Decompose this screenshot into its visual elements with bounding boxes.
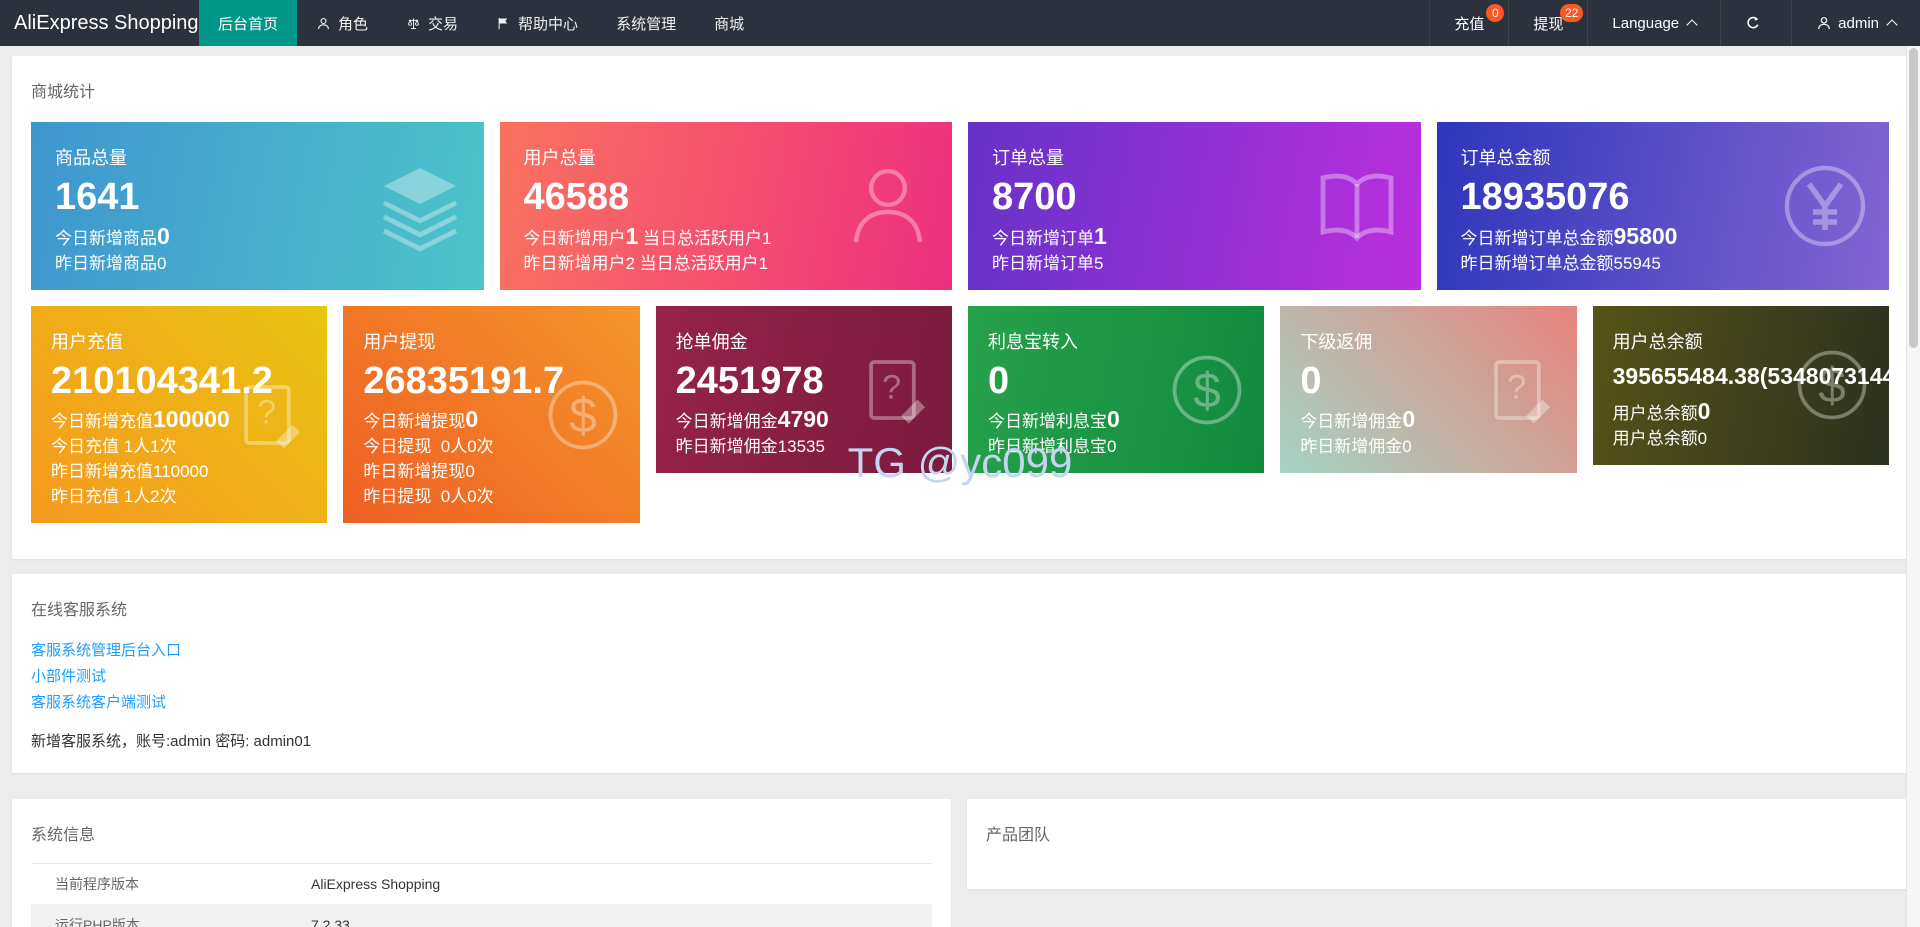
- withdraw-label: 提现: [1533, 13, 1563, 34]
- service-note: 新增客服系统，账号:admin 密码: admin01: [31, 730, 1889, 751]
- file-question-icon: ?: [1479, 349, 1561, 431]
- stat-card-line: 昨日新增商品0: [55, 251, 460, 276]
- layers-icon: [372, 158, 468, 254]
- nav-item-roles[interactable]: 角色: [297, 0, 387, 46]
- svg-text:?: ?: [1507, 368, 1526, 406]
- service-link[interactable]: 客服系统客户端测试: [31, 690, 166, 716]
- language-label: Language: [1612, 15, 1679, 32]
- mall-statistics-title: 商城统计: [31, 78, 1889, 102]
- withdraw-badge: 22: [1560, 4, 1583, 22]
- stat-card: 下级返佣0今日新增佣金0昨日新增佣金0?: [1280, 306, 1576, 474]
- svg-text:?: ?: [882, 368, 901, 406]
- admin-dropdown[interactable]: admin: [1791, 0, 1920, 46]
- stat-card: 抢单佣金2451978今日新增佣金4790昨日新增佣金13535?: [656, 306, 952, 474]
- scales-icon: [406, 16, 421, 31]
- service-link[interactable]: 小部件测试: [31, 664, 106, 690]
- dollar-icon: $: [1166, 349, 1248, 431]
- nav-item-label: 帮助中心: [518, 13, 578, 34]
- stat-card: 订单总量8700今日新增订单1昨日新增订单5: [968, 122, 1421, 290]
- system-info-panel: 系统信息 当前程序版本AliExpress Shopping运行PHP版本7.2…: [12, 799, 951, 927]
- table-row-label: 运行PHP版本: [31, 905, 311, 927]
- stat-card-line: 昨日充值 1人2次: [51, 484, 307, 509]
- user-icon: [1816, 15, 1832, 31]
- refresh-icon: [1745, 15, 1761, 31]
- nav-item-trade[interactable]: 交易: [387, 0, 477, 46]
- table-row: 当前程序版本AliExpress Shopping: [31, 864, 932, 905]
- service-links: 客服系统管理后台入口小部件测试客服系统客户端测试: [31, 638, 1889, 716]
- file-question-icon: ?: [854, 349, 936, 431]
- product-team-title: 产品团队: [986, 821, 1889, 845]
- stat-row-1: 商品总量1641今日新增商品0昨日新增商品0用户总量46588今日新增用户1 当…: [31, 122, 1889, 290]
- table-row-value: 7.2.33: [311, 905, 932, 927]
- system-info-title: 系统信息: [31, 821, 932, 845]
- svg-text:?: ?: [257, 393, 276, 431]
- stat-card-line: 用户总余额0: [1613, 426, 1869, 451]
- stat-card: 订单总金额18935076今日新增订单总金额95800昨日新增订单总金额5594…: [1437, 122, 1890, 290]
- navbar: AliExpress Shopping... 后台首页 角色 交易 帮助中心 系统管理 商…: [0, 0, 1920, 46]
- stat-card: 用户提现26835191.7今日新增提现0今日提现 0人0次昨日新增提现0昨日提…: [343, 306, 639, 524]
- online-service-title: 在线客服系统: [31, 596, 1889, 620]
- nav-item-label: 后台首页: [218, 13, 278, 34]
- stat-card-title: 用户提现: [363, 328, 619, 354]
- chevron-up-icon: [1686, 19, 1697, 30]
- recharge-nav-item[interactable]: 充值 0: [1429, 0, 1508, 46]
- scrollbar[interactable]: [1906, 46, 1920, 927]
- recharge-badge: 0: [1486, 4, 1504, 22]
- online-service-panel: 在线客服系统 客服系统管理后台入口小部件测试客服系统客户端测试 新增客服系统，账…: [12, 574, 1908, 773]
- product-team-panel: 产品团队: [967, 799, 1908, 889]
- flag-icon: [496, 16, 511, 31]
- stat-row-2: 用户充值210104341.2今日新增充值100000今日充值 1人1次昨日新增…: [31, 306, 1889, 524]
- admin-label: admin: [1838, 15, 1879, 32]
- language-dropdown[interactable]: Language: [1587, 0, 1720, 46]
- withdraw-nav-item[interactable]: 提现 22: [1508, 0, 1587, 46]
- stat-card-line: 昨日新增订单5: [992, 251, 1397, 276]
- stat-card-line: 昨日新增用户2 当日总活跃用户1: [524, 251, 929, 276]
- nav-item-home[interactable]: 后台首页: [199, 0, 297, 46]
- mall-statistics-panel: 商城统计 商品总量1641今日新增商品0昨日新增商品0用户总量46588今日新增…: [12, 56, 1908, 559]
- person-icon: [840, 158, 936, 254]
- stat-card: 用户充值210104341.2今日新增充值100000今日充值 1人1次昨日新增…: [31, 306, 327, 524]
- stat-card-line: 昨日新增充值110000: [51, 459, 307, 484]
- stat-card-line: 昨日新增提现0: [363, 459, 619, 484]
- nav-item-label: 商城: [714, 13, 744, 34]
- stat-card: 商品总量1641今日新增商品0昨日新增商品0: [31, 122, 484, 290]
- book-icon: [1309, 158, 1405, 254]
- nav-menu: 后台首页 角色 交易 帮助中心 系统管理 商城: [199, 0, 763, 46]
- table-row-value: AliExpress Shopping: [311, 864, 932, 905]
- svg-text:$: $: [1194, 363, 1222, 418]
- file-question-icon: ?: [229, 374, 311, 456]
- service-link[interactable]: 客服系统管理后台入口: [31, 638, 181, 664]
- nav-item-label: 角色: [338, 13, 368, 34]
- stat-card-line: 昨日新增佣金13535: [676, 434, 932, 459]
- svg-text:$: $: [1818, 358, 1846, 413]
- system-info-table: 当前程序版本AliExpress Shopping运行PHP版本7.2.33Th…: [31, 863, 932, 927]
- recharge-label: 充值: [1454, 13, 1484, 34]
- yen-icon: [1777, 158, 1873, 254]
- stat-card-line: 昨日新增佣金0: [1300, 434, 1556, 459]
- table-row: 运行PHP版本7.2.33: [31, 905, 932, 927]
- chevron-up-icon: [1886, 19, 1897, 30]
- refresh-button[interactable]: [1720, 0, 1791, 46]
- stat-card: 用户总量46588今日新增用户1 当日总活跃用户1昨日新增用户2 当日总活跃用户…: [500, 122, 953, 290]
- stat-card-line: 昨日新增利息宝0: [988, 434, 1244, 459]
- stat-card-title: 用户充值: [51, 328, 307, 354]
- dollar-icon: $: [1791, 344, 1873, 426]
- svg-text:$: $: [569, 388, 597, 443]
- scrollbar-thumb[interactable]: [1909, 48, 1918, 348]
- stat-card-line: 昨日提现 0人0次: [363, 484, 619, 509]
- nav-item-system[interactable]: 系统管理: [597, 0, 695, 46]
- stat-card-line: 昨日新增订单总金额55945: [1461, 251, 1866, 276]
- nav-item-mall[interactable]: 商城: [695, 0, 763, 46]
- system-info-table-body: 当前程序版本AliExpress Shopping运行PHP版本7.2.33Th…: [31, 864, 932, 927]
- stat-card: 利息宝转入0今日新增利息宝0昨日新增利息宝0$: [968, 306, 1264, 474]
- nav-item-label: 系统管理: [616, 13, 676, 34]
- user-icon: [316, 16, 331, 31]
- nav-item-label: 交易: [428, 13, 458, 34]
- table-row-label: 当前程序版本: [31, 864, 311, 905]
- dollar-icon: $: [542, 374, 624, 456]
- stat-card: 用户总余额395655484.38(53480731447)用户总余额0用户总余…: [1593, 306, 1889, 465]
- app-title: AliExpress Shopping...: [0, 0, 199, 46]
- nav-item-help[interactable]: 帮助中心: [477, 0, 597, 46]
- nav-right: 充值 0 提现 22 Language admin: [1429, 0, 1920, 46]
